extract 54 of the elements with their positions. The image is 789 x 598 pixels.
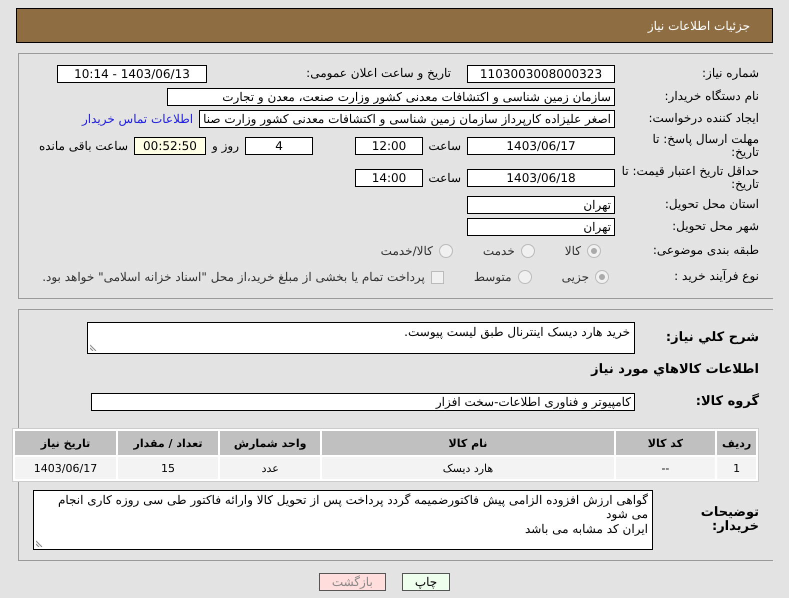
- input-field[interactable]: 1403/06/17: [467, 137, 615, 155]
- input-field[interactable]: تهران: [467, 218, 615, 236]
- field-label: شرح کلي نياز:: [664, 330, 759, 346]
- input-field[interactable]: 00:52:50: [134, 137, 206, 155]
- column-header: تعداد / مقدار: [118, 431, 218, 455]
- field-label: مهلت ارسال پاسخ: تا تاریخ:: [651, 132, 759, 160]
- field-label: نام دستگاه خریدار:: [664, 90, 759, 104]
- contact-link[interactable]: اطلاعات تماس خریدار: [82, 112, 194, 126]
- action-button[interactable]: چاپ: [402, 573, 450, 591]
- input-field[interactable]: اصغر علیزاده کارپرداز سازمان زمین شناسی و اکتشافات معدنی کشور وزارت صنا: [199, 110, 615, 128]
- page-header: جزئیات اطلاعات نیاز: [16, 8, 773, 43]
- time-label: ساعت: [429, 171, 461, 185]
- input-field[interactable]: 1103003008000323: [467, 65, 615, 83]
- column-header: نام کالا: [322, 431, 614, 455]
- checkbox-option[interactable]: پرداخت تمام یا بخشی از مبلغ خرید،از محل "اسناد خزانه اسلامی" خواهد بود.: [42, 270, 444, 284]
- radio-option[interactable]: خدمت: [482, 244, 535, 258]
- radio-option[interactable]: متوسط: [474, 270, 532, 284]
- radio-option[interactable]: جزیی: [562, 270, 609, 284]
- field-label: طبقه بندی موضوعی:: [652, 244, 759, 258]
- time-label: ساعت: [429, 139, 461, 153]
- table-cell: 1: [717, 457, 756, 479]
- input-field[interactable]: تهران: [467, 196, 615, 214]
- table-cell: هارد دیسک: [322, 457, 614, 479]
- field-label: شهر محل تحویل:: [671, 220, 759, 234]
- field-label: شماره نیاز:: [701, 67, 759, 81]
- table-cell: 15: [118, 457, 218, 479]
- table-cell: عدد: [220, 457, 320, 479]
- field-label: نوع فرآیند خرید :: [673, 270, 759, 284]
- column-header: واحد شمارش: [220, 431, 320, 455]
- table-cell: --: [616, 457, 716, 479]
- radio-option[interactable]: کالا/خدمت: [380, 244, 453, 258]
- field-label: ایجاد کننده درخواست:: [647, 112, 759, 126]
- column-header: کد کالا: [616, 431, 716, 455]
- input-field[interactable]: 14:00: [355, 169, 423, 187]
- remaining-label: ساعت باقی مانده: [38, 139, 128, 153]
- input-field[interactable]: 1403/06/18: [467, 169, 615, 187]
- days-label: روز و: [212, 139, 239, 153]
- input-field[interactable]: سازمان زمین شناسی و اکتشافات معدنی کشور وزارت صنعت، معدن و تجارت: [167, 88, 615, 106]
- table-cell: 1403/06/17: [15, 457, 116, 479]
- field-label: تاریخ و ساعت اعلان عمومی:: [305, 67, 451, 81]
- input-field[interactable]: 12:00: [355, 137, 423, 155]
- column-header: ردیف: [717, 431, 756, 455]
- input-field[interactable]: 1403/06/13 - 10:14: [57, 65, 207, 83]
- column-header: تاریخ نیاز: [15, 431, 116, 455]
- radio-option[interactable]: کالا: [564, 244, 601, 258]
- input-field[interactable]: 4: [245, 137, 313, 155]
- field-label: استان محل تحویل:: [664, 198, 759, 212]
- field-label: توضیحات خریدار:: [700, 506, 759, 534]
- description-field[interactable]: خرید هارد دیسک اینترنال طبق لیست پیوست.: [87, 322, 635, 354]
- notes-field[interactable]: گواهی ارزش افزوده الزامی پیش فاکتورضمیمه گردد پرداخت پس از تحویل کالا وارائه فاکتور طی سی روزه کاری انجام می شود ایران کد مشابه می باشد: [33, 490, 653, 550]
- section-heading: اطلاعات کالاهاي مورد نياز: [590, 362, 759, 378]
- field-label: حداقل تاریخ اعتبار قیمت: تا تاریخ:: [621, 164, 759, 192]
- input-field[interactable]: کامپیوتر و فناوری اطلاعات-سخت افزار: [91, 393, 635, 411]
- field-label: گروه کالا:: [694, 394, 759, 410]
